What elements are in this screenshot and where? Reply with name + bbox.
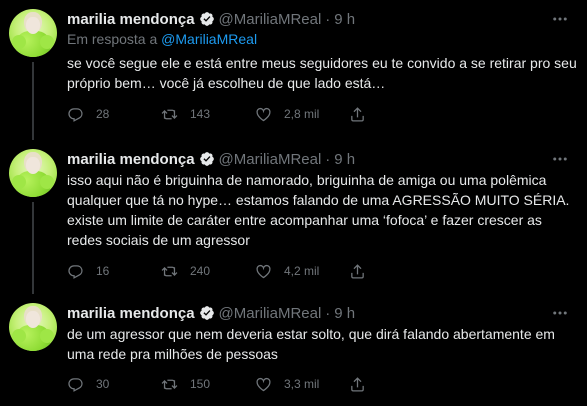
tweet-actions: 30 150 3,3 mil	[67, 374, 577, 394]
avatar[interactable]	[9, 149, 57, 197]
tweet-header: marilia mendonça @MariliaMReal · 9 h	[67, 149, 577, 169]
reply-context: Em resposta a @MariliaMReal	[67, 31, 257, 47]
tweet-text: se você segue ele e está entre meus segu…	[67, 55, 577, 91]
like-button[interactable]: 4,2 mil	[255, 263, 349, 280]
retweet-icon	[161, 266, 178, 276]
share-icon	[351, 263, 364, 279]
author-handle[interactable]: @MariliaMReal	[219, 151, 322, 168]
reply-mention-link[interactable]: @MariliaMReal	[161, 31, 257, 47]
separator-dot: ·	[325, 150, 331, 168]
retweet-button[interactable]: 150	[161, 376, 255, 393]
share-button[interactable]	[349, 263, 378, 280]
share-button[interactable]	[349, 106, 378, 123]
like-count: 2,8 mil	[284, 107, 320, 121]
share-icon	[351, 106, 364, 122]
tweet-text: isso aqui não é briguinha de namorado, b…	[67, 172, 570, 248]
reply-icon	[68, 107, 83, 122]
author-name[interactable]: marilia mendonça	[67, 151, 195, 168]
more-icon[interactable]	[551, 304, 569, 322]
reply-prefix: Em resposta a	[67, 31, 158, 47]
tweet-text: de um agressor que nem deveria estar sol…	[67, 326, 555, 362]
timestamp[interactable]: 9 h	[334, 151, 355, 168]
tweet-actions: 28 143 2,8 mil	[67, 104, 577, 124]
verified-icon	[199, 11, 215, 27]
retweet-count: 143	[190, 107, 211, 121]
tweet-thread: marilia mendonça @MariliaMReal · 9 h Em …	[0, 0, 587, 406]
reply-button[interactable]: 16	[67, 263, 161, 280]
like-button[interactable]: 2,8 mil	[255, 106, 349, 123]
like-button[interactable]: 3,3 mil	[255, 376, 349, 393]
retweet-icon	[161, 109, 178, 119]
reply-icon	[68, 377, 83, 392]
like-icon	[256, 377, 271, 391]
avatar[interactable]	[9, 303, 57, 351]
like-count: 4,2 mil	[284, 264, 320, 278]
more-icon[interactable]	[551, 150, 569, 168]
author-name[interactable]: marilia mendonça	[67, 305, 195, 322]
separator-dot: ·	[325, 10, 331, 28]
author-handle[interactable]: @MariliaMReal	[219, 11, 322, 28]
like-icon	[256, 107, 271, 121]
verified-icon	[199, 151, 215, 167]
share-icon	[351, 376, 364, 392]
reply-button[interactable]: 28	[67, 106, 161, 123]
tweet-actions: 16 240 4,2 mil	[67, 261, 577, 281]
reply-count: 28	[96, 107, 110, 121]
reply-count: 30	[96, 377, 110, 391]
avatar[interactable]	[9, 9, 57, 57]
tweet[interactable]: marilia mendonça @MariliaMReal · 9 h de …	[0, 294, 587, 406]
author-handle[interactable]: @MariliaMReal	[219, 305, 322, 322]
reply-button[interactable]: 30	[67, 376, 161, 393]
retweet-button[interactable]: 143	[161, 106, 255, 123]
share-button[interactable]	[349, 376, 378, 393]
retweet-count: 150	[190, 377, 211, 391]
retweet-count: 240	[190, 264, 211, 278]
timestamp[interactable]: 9 h	[334, 11, 355, 28]
thread-connector	[32, 62, 34, 140]
retweet-button[interactable]: 240	[161, 263, 255, 280]
thread-connector	[32, 202, 34, 294]
like-icon	[256, 264, 271, 278]
verified-icon	[199, 305, 215, 321]
reply-icon	[68, 264, 83, 279]
timestamp[interactable]: 9 h	[334, 305, 355, 322]
reply-count: 16	[96, 264, 110, 278]
tweet-header: marilia mendonça @MariliaMReal · 9 h	[67, 303, 577, 323]
author-name[interactable]: marilia mendonça	[67, 11, 195, 28]
like-count: 3,3 mil	[284, 377, 320, 391]
retweet-icon	[161, 379, 178, 389]
tweet[interactable]: marilia mendonça @MariliaMReal · 9 h Em …	[0, 0, 587, 140]
tweet-header: marilia mendonça @MariliaMReal · 9 h	[67, 9, 577, 29]
separator-dot: ·	[325, 304, 331, 322]
more-icon[interactable]	[551, 10, 569, 28]
tweet[interactable]: marilia mendonça @MariliaMReal · 9 h iss…	[0, 140, 587, 294]
